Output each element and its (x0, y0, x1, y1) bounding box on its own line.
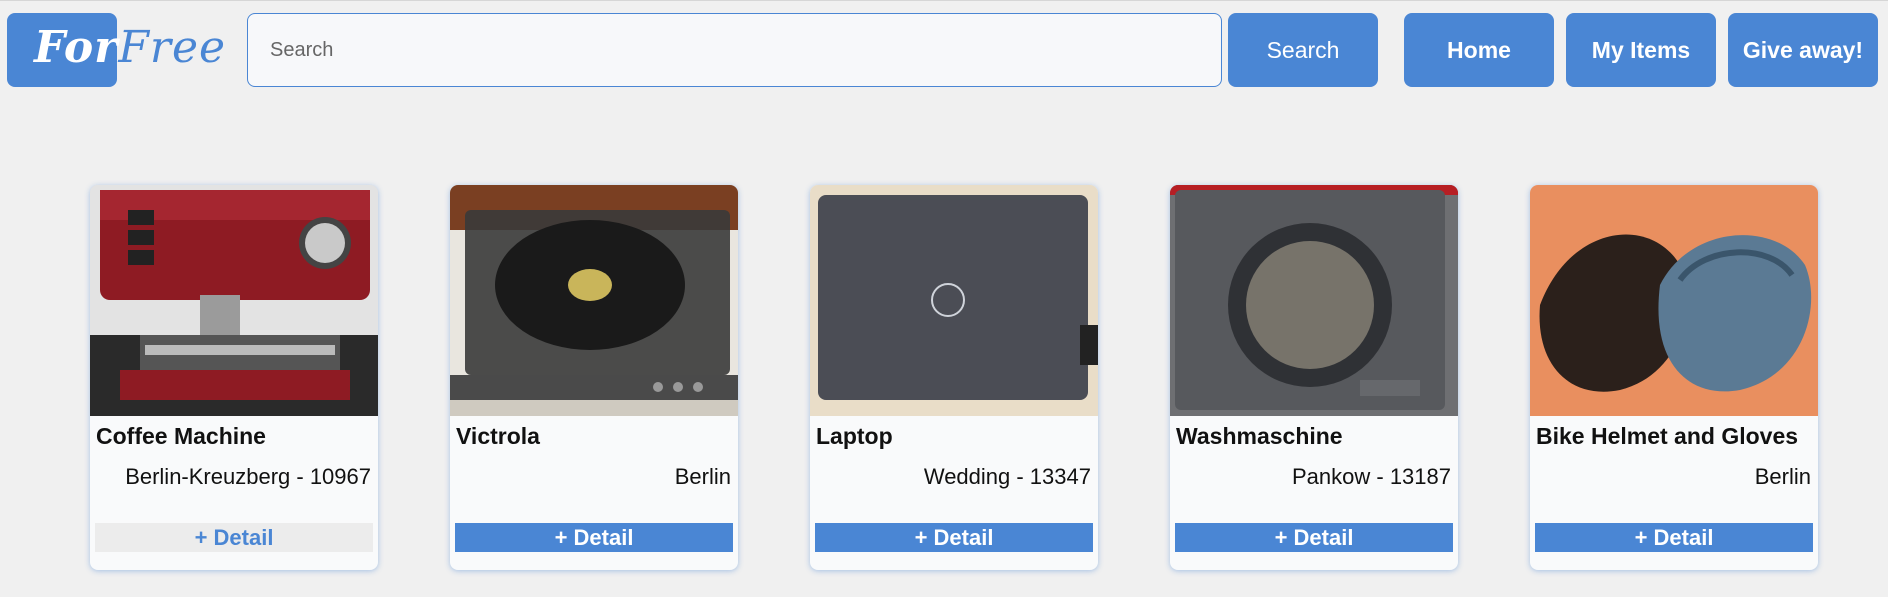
item-image-washing-machine[interactable] (1170, 185, 1458, 416)
item-detail-button[interactable]: + Detail (815, 523, 1093, 552)
item-title: Washmaschine (1176, 423, 1343, 449)
top-border (0, 0, 1888, 1)
item-location: Pankow - 13187 (1292, 464, 1451, 489)
item-image-coffee-machine[interactable] (90, 185, 378, 416)
item-location: Berlin (674, 464, 731, 489)
nav-my-items-button[interactable]: My Items (1566, 13, 1716, 87)
item-card[interactable]: Coffee Machine Berlin-Kreuzberg - 10967 … (90, 185, 378, 570)
item-image-bike-helmet[interactable] (1530, 185, 1818, 416)
item-image-record-player[interactable] (450, 185, 738, 416)
item-location: Berlin-Kreuzberg - 10967 (125, 464, 371, 489)
item-card[interactable]: Victrola Berlin + Detail (450, 185, 738, 570)
logo-for: For (34, 22, 119, 73)
item-title: Coffee Machine (96, 423, 266, 449)
nav-home-button[interactable]: Home (1404, 13, 1554, 87)
item-image-laptop[interactable] (810, 185, 1098, 416)
nav-give-away-button[interactable]: Give away! (1728, 13, 1878, 87)
item-detail-button[interactable]: + Detail (1535, 523, 1813, 552)
item-title: Bike Helmet and Gloves (1536, 423, 1799, 449)
item-location: Wedding - 13347 (923, 464, 1091, 489)
search-input[interactable] (247, 13, 1222, 87)
item-card[interactable]: Bike Helmet and Gloves Berlin + Detail (1530, 185, 1818, 570)
item-title: Victrola (456, 423, 540, 449)
item-title: Laptop (816, 423, 893, 449)
logo-free: Free (118, 22, 227, 73)
item-detail-button[interactable]: + Detail (95, 523, 373, 552)
item-card[interactable]: Laptop Wedding - 13347 + Detail (810, 185, 1098, 570)
item-detail-button[interactable]: + Detail (455, 523, 733, 552)
item-card[interactable]: Washmaschine Pankow - 13187 + Detail (1170, 185, 1458, 570)
logo[interactable]: ForFree (34, 18, 226, 78)
search-button[interactable]: Search (1228, 13, 1378, 87)
item-location: Berlin (1754, 464, 1811, 489)
item-detail-button[interactable]: + Detail (1175, 523, 1453, 552)
